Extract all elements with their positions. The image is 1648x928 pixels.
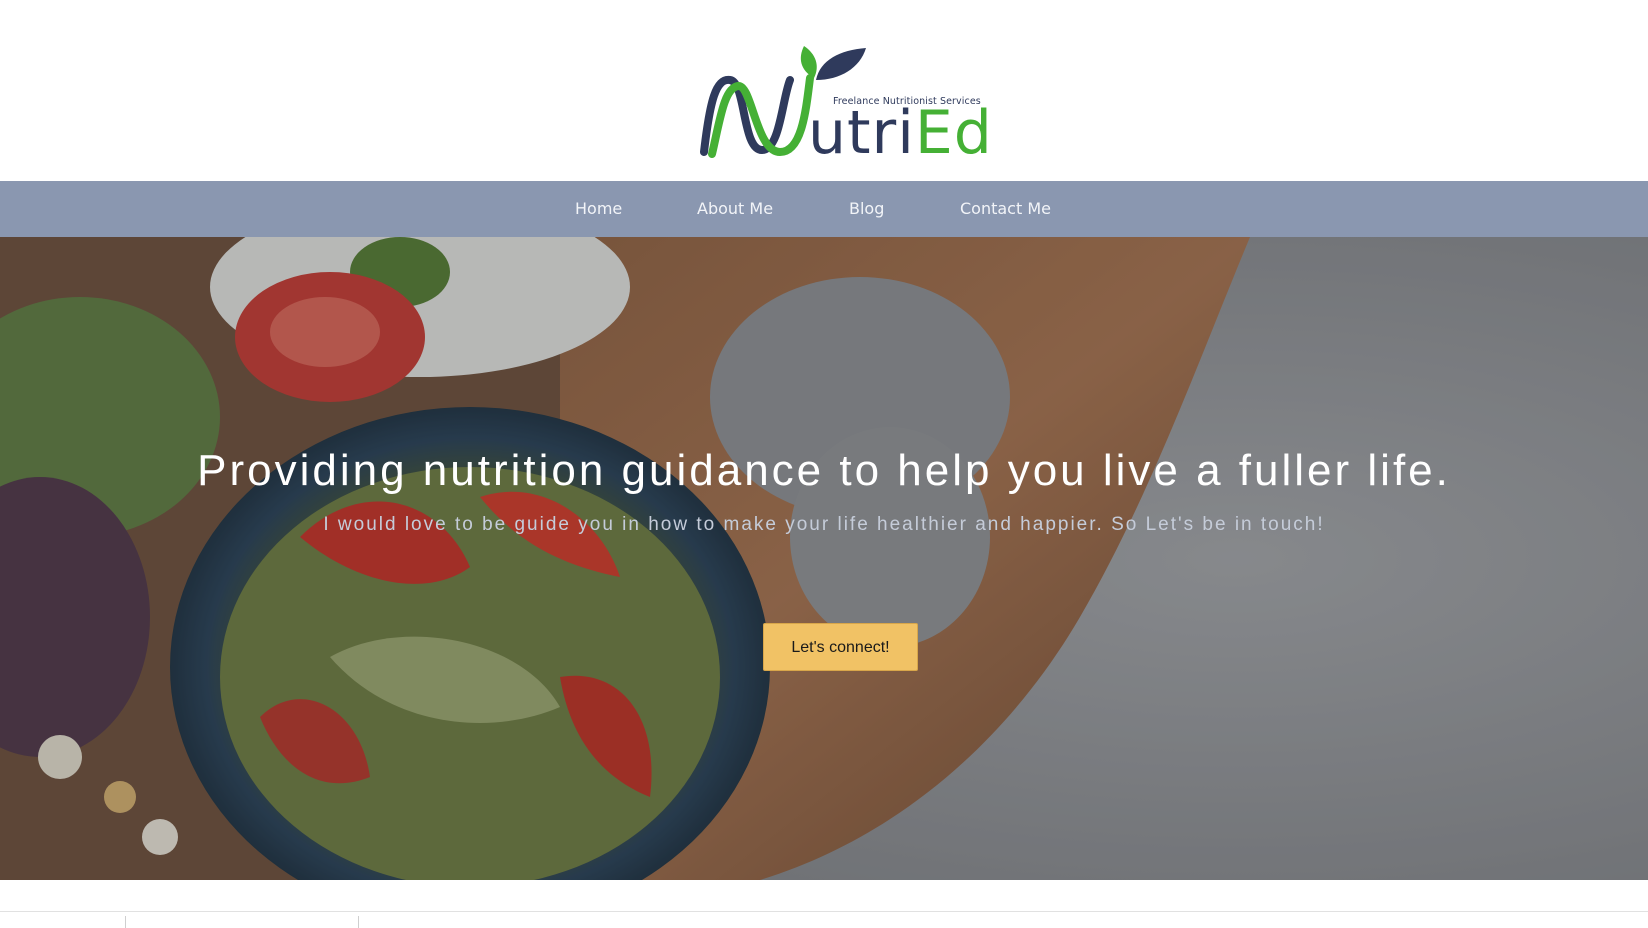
nutried-logo[interactable]: Freelance Nutritionist Services utriEd: [690, 40, 993, 170]
lets-connect-button[interactable]: Let's connect!: [763, 623, 918, 671]
main-nav: Home About Me Blog Contact Me: [0, 181, 1648, 237]
site-header: Freelance Nutritionist Services utriEd: [0, 0, 1648, 181]
hero-overlay: [0, 237, 1648, 880]
footer-separator: [125, 916, 126, 928]
hero-subtitle: I would love to be guide you in how to m…: [323, 514, 1325, 535]
logo-word-main: utri: [808, 98, 915, 168]
hero-section: Providing nutrition guidance to help you…: [0, 237, 1648, 880]
footer-divider: [0, 911, 1648, 912]
nav-item-home[interactable]: Home: [575, 181, 622, 237]
nav-item-blog[interactable]: Blog: [849, 181, 884, 237]
nav-item-about-me[interactable]: About Me: [697, 181, 773, 237]
footer-separator: [358, 916, 359, 928]
logo-word-accent: Ed: [914, 98, 993, 168]
logo-wordmark: utriEd: [808, 100, 993, 166]
nav-item-contact-me[interactable]: Contact Me: [960, 181, 1051, 237]
hero-title: Providing nutrition guidance to help you…: [197, 446, 1451, 495]
